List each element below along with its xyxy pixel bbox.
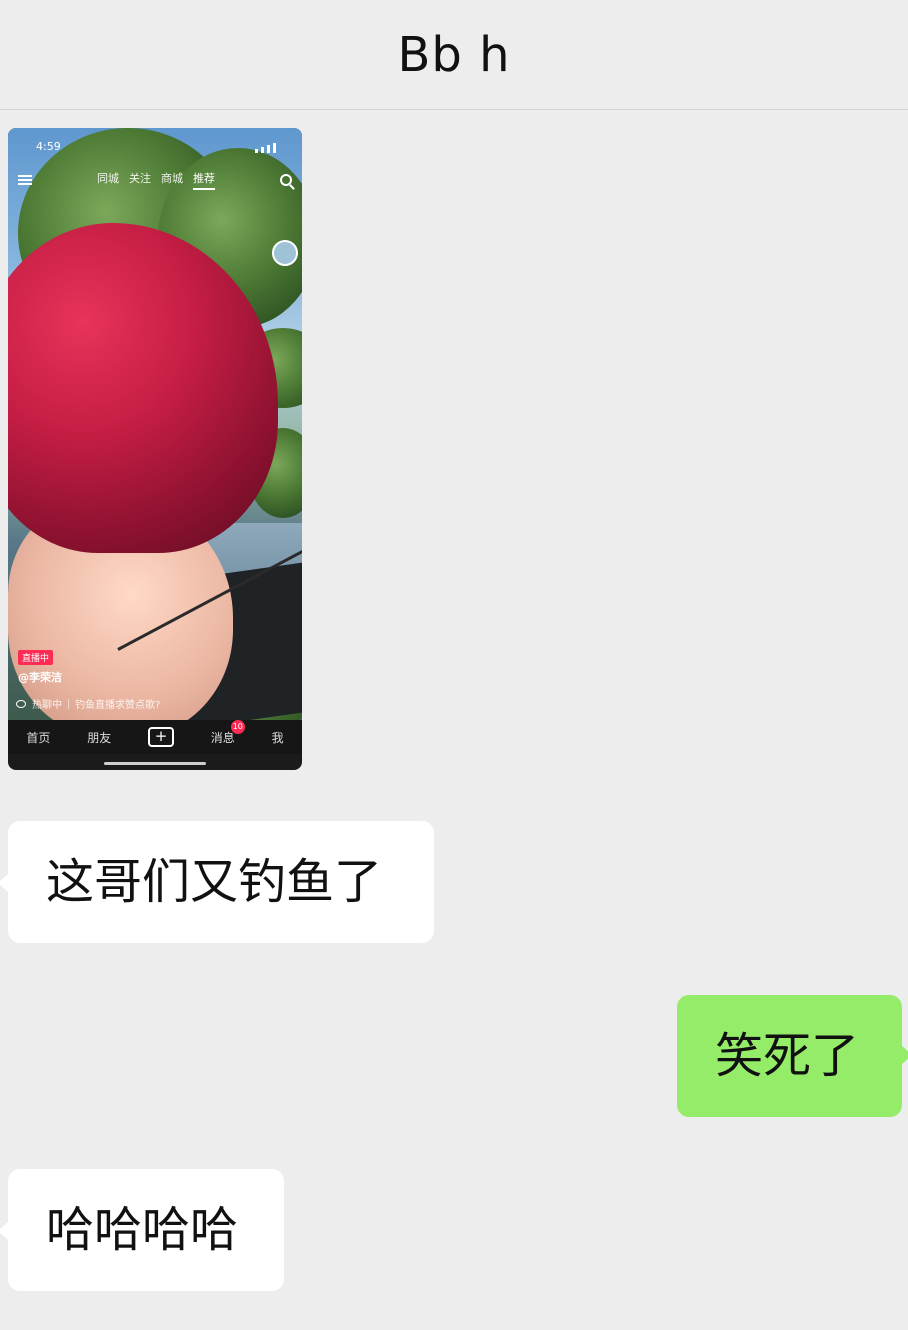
message-text: 哈哈哈哈: [46, 1202, 239, 1258]
live-info-bar: 热聊中 钓鱼直播求赞点歌?: [16, 696, 160, 711]
screenshot-photo: 4:59 同城 关注 商城 推荐 直播中 @李荣洁 热聊中 钓鱼直播求赞点歌?: [8, 128, 302, 720]
tab-following: 关注: [129, 172, 151, 185]
live-avatar-icon: [272, 240, 298, 266]
incoming-message-bubble[interactable]: 这哥们又钓鱼了: [0, 821, 434, 943]
message-text: 笑死了: [715, 1028, 860, 1084]
menu-icon: [18, 175, 32, 185]
home-indicator: [104, 762, 206, 765]
status-bar: 4:59: [36, 140, 276, 153]
nav-me: 我: [271, 730, 284, 745]
author-handle: @李荣洁: [18, 671, 62, 684]
video-top-nav: 同城 关注 商城 推荐: [8, 168, 302, 192]
tab-mall: 商城: [161, 172, 183, 185]
message-text: 这哥们又钓鱼了: [46, 854, 383, 910]
nav-messages-label: 消息: [210, 730, 235, 745]
chat-bubble-icon: [16, 699, 26, 708]
message-count-badge: 10: [230, 719, 245, 734]
tab-recommended: 推荐: [193, 170, 215, 190]
chat-title: Bb h: [397, 26, 511, 83]
divider: [68, 698, 69, 709]
signal-icon: [255, 140, 276, 153]
live-hot-label: 热聊中: [32, 700, 62, 711]
image-message[interactable]: 4:59 同城 关注 商城 推荐 直播中 @李荣洁 热聊中 钓鱼直播求赞点歌? …: [8, 128, 302, 770]
status-time: 4:59: [36, 140, 61, 153]
search-icon: [280, 174, 292, 186]
outgoing-message-bubble[interactable]: 笑死了: [677, 995, 908, 1117]
nav-home: 首页: [26, 730, 51, 745]
chat-header: Bb h: [0, 0, 908, 110]
incoming-message-bubble[interactable]: 哈哈哈哈: [0, 1169, 284, 1291]
plus-icon: +: [147, 727, 174, 747]
tab-local: 同城: [97, 172, 119, 185]
live-badge: 直播中: [18, 650, 54, 665]
nav-friends: 朋友: [87, 730, 112, 745]
nav-messages: 消息 10: [210, 719, 245, 746]
live-topic: 钓鱼直播求赞点歌?: [75, 700, 161, 711]
video-bottom-nav: 首页 朋友 + 消息 10 我: [8, 719, 302, 754]
